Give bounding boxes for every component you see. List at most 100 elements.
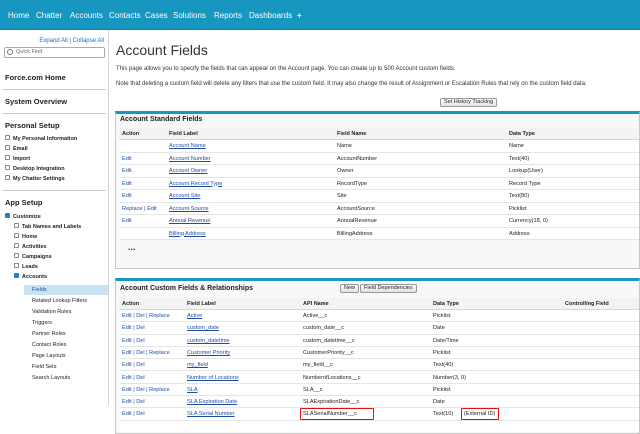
table-row: Edit Account Record Type RecordType Record … bbox=[119, 178, 639, 190]
expand-icon[interactable] bbox=[14, 243, 19, 249]
table-header-row: Action Field Label API Name Data Type Co… bbox=[119, 298, 639, 310]
field-label-link[interactable]: SLA bbox=[187, 387, 198, 393]
collapse-icon[interactable] bbox=[5, 213, 10, 219]
column-header: API Name bbox=[303, 301, 329, 307]
data-type: Picklist bbox=[433, 349, 451, 356]
field-label-link[interactable]: Customer Priority bbox=[187, 350, 230, 356]
sidebar-item-field-sets[interactable]: Field Sets bbox=[32, 364, 56, 370]
divider bbox=[3, 89, 106, 90]
field-label-link[interactable]: Annual Revenue bbox=[169, 218, 210, 224]
field-label-link[interactable]: Account Number bbox=[169, 156, 211, 162]
data-type: Date bbox=[433, 399, 445, 406]
sidebar-item-validation-rules[interactable]: Validation Rules bbox=[32, 309, 71, 315]
row-action-links[interactable]: Edit bbox=[122, 193, 132, 199]
field-label-link[interactable]: SLA Serial Number bbox=[187, 411, 235, 417]
row-action-links[interactable]: Edit bbox=[122, 218, 132, 224]
standard-fields-panel: Account Standard Fields Action Field Lab… bbox=[115, 111, 640, 269]
sidebar-force-home[interactable]: Force.com Home bbox=[5, 73, 66, 82]
expand-icon[interactable] bbox=[5, 145, 10, 151]
tab-cases[interactable]: Cases bbox=[145, 9, 168, 23]
tab-contacts[interactable]: Contacts bbox=[109, 9, 141, 23]
tab-dashboards[interactable]: Dashboards bbox=[249, 9, 292, 23]
expand-icon[interactable] bbox=[5, 155, 10, 161]
sidebar-item-email[interactable]: Email bbox=[5, 145, 28, 152]
row-action-links[interactable]: Edit | Del bbox=[122, 411, 145, 417]
sidebar-item-desktop-integration[interactable]: Desktop Integration bbox=[5, 165, 65, 172]
sidebar-item-search-layouts[interactable]: Search Layouts bbox=[32, 375, 70, 381]
tab-solutions[interactable]: Solutions bbox=[173, 9, 206, 23]
table-row: Replace | Edit Account Source AccountSourc… bbox=[119, 203, 639, 215]
quick-find-input[interactable]: Quick Find bbox=[4, 47, 105, 58]
field-name: AccountSource bbox=[337, 205, 375, 212]
row-action-links[interactable]: Edit | Del bbox=[122, 375, 145, 381]
api-name: my_field__c bbox=[303, 362, 333, 369]
field-label-link[interactable]: Account Record Type bbox=[169, 181, 222, 187]
sidebar-item-fields[interactable]: Fields bbox=[32, 287, 47, 293]
new-field-button[interactable]: New bbox=[340, 284, 360, 293]
expand-icon[interactable] bbox=[5, 175, 10, 181]
field-label-link[interactable]: Active bbox=[187, 313, 202, 319]
field-label-link[interactable]: custom_datetime bbox=[187, 338, 230, 344]
sidebar-item-my-personal-information[interactable]: My Personal Information bbox=[5, 135, 77, 142]
sidebar-item-home[interactable]: Home bbox=[14, 233, 37, 240]
table-row: Edit | Del my_field my_field__c Text(40) bbox=[119, 359, 639, 372]
field-label-link[interactable]: custom_date bbox=[187, 325, 219, 331]
sidebar-item-contact-roles[interactable]: Contact Roles bbox=[32, 342, 67, 348]
collapse-icon[interactable] bbox=[14, 273, 19, 279]
expand-icon[interactable] bbox=[14, 253, 19, 259]
tab-chatter[interactable]: Chatter bbox=[36, 9, 62, 23]
row-action-links[interactable]: Edit | Del bbox=[122, 362, 145, 368]
tab-accounts[interactable]: Accounts bbox=[70, 9, 103, 23]
row-action-links[interactable]: Edit bbox=[122, 156, 132, 162]
field-label-link[interactable]: Billing Address bbox=[169, 231, 206, 237]
field-name: Site bbox=[337, 193, 347, 199]
tab-home[interactable]: Home bbox=[8, 9, 29, 23]
field-label-link[interactable]: Account Name bbox=[169, 143, 206, 149]
add-tab-icon[interactable]: + bbox=[297, 9, 302, 23]
row-action-links[interactable]: Edit | Del bbox=[122, 325, 145, 331]
expand-icon[interactable] bbox=[5, 165, 10, 171]
row-action-links[interactable]: Edit | Del bbox=[122, 399, 145, 405]
sidebar-item-partner-roles[interactable]: Partner Roles bbox=[32, 331, 66, 337]
expand-icon[interactable] bbox=[14, 263, 19, 269]
field-name: Name bbox=[337, 143, 352, 149]
divider bbox=[3, 113, 106, 114]
table-row: Edit | Del custom_date custom_date__c Date bbox=[119, 322, 639, 335]
sidebar-app-setup-title: App Setup bbox=[5, 198, 43, 207]
field-dependencies-button[interactable]: Field Dependencies bbox=[360, 284, 417, 293]
expand-icon[interactable] bbox=[14, 223, 19, 229]
expand-icon[interactable] bbox=[14, 233, 19, 239]
set-history-tracking-button[interactable]: Set History Tracking bbox=[440, 98, 498, 107]
field-label-link[interactable]: Account Owner bbox=[169, 168, 207, 174]
sidebar-system-overview[interactable]: System Overview bbox=[5, 97, 67, 106]
field-label-link[interactable]: Account Source bbox=[169, 206, 209, 212]
row-action-links[interactable]: Edit bbox=[122, 181, 132, 187]
sidebar-item-related-lookup-filters[interactable]: Related Lookup Filters bbox=[32, 298, 87, 304]
sidebar-item-my-chatter-settings[interactable]: My Chatter Settings bbox=[5, 175, 65, 182]
sidebar-item-activities[interactable]: Activities bbox=[14, 243, 46, 250]
sidebar-item-triggers[interactable]: Triggers bbox=[32, 320, 52, 326]
expand-collapse-links[interactable]: Expand All | Collapse All bbox=[0, 38, 104, 44]
sidebar-item-leads[interactable]: Leads bbox=[14, 263, 38, 270]
field-label-link[interactable]: my_field bbox=[187, 362, 208, 368]
row-action-links[interactable]: Edit bbox=[122, 168, 132, 174]
sidebar-item-campaigns[interactable]: Campaigns bbox=[14, 253, 52, 260]
row-action-links[interactable]: Edit | Del | Replace bbox=[122, 387, 170, 393]
tab-reports[interactable]: Reports bbox=[214, 9, 242, 23]
sidebar-item-customize[interactable]: Customize bbox=[5, 213, 41, 220]
row-action-links[interactable]: Edit | Del bbox=[122, 338, 145, 344]
row-action-links[interactable]: Edit | Del | Replace bbox=[122, 350, 170, 356]
sidebar-item-tab-names[interactable]: Tab Names and Labels bbox=[14, 223, 81, 230]
table-row: Edit | Del SLA Serial Number SLASerialNumb… bbox=[119, 408, 639, 421]
data-type: Name bbox=[509, 143, 524, 149]
sidebar-item-import[interactable]: Import bbox=[5, 155, 30, 162]
field-label-link[interactable]: SLA Expiration Date bbox=[187, 399, 237, 405]
row-action-links[interactable]: Replace | Edit bbox=[122, 206, 157, 212]
field-label-link[interactable]: Number of Locations bbox=[187, 375, 239, 381]
expand-icon[interactable] bbox=[5, 135, 10, 141]
sidebar-item-page-layouts[interactable]: Page Layouts bbox=[32, 353, 66, 359]
field-name: RecordType bbox=[337, 180, 368, 187]
sidebar-item-accounts[interactable]: Accounts bbox=[14, 273, 47, 280]
field-label-link[interactable]: Account Site bbox=[169, 193, 200, 199]
row-action-links[interactable]: Edit | Del | Replace bbox=[122, 313, 170, 319]
